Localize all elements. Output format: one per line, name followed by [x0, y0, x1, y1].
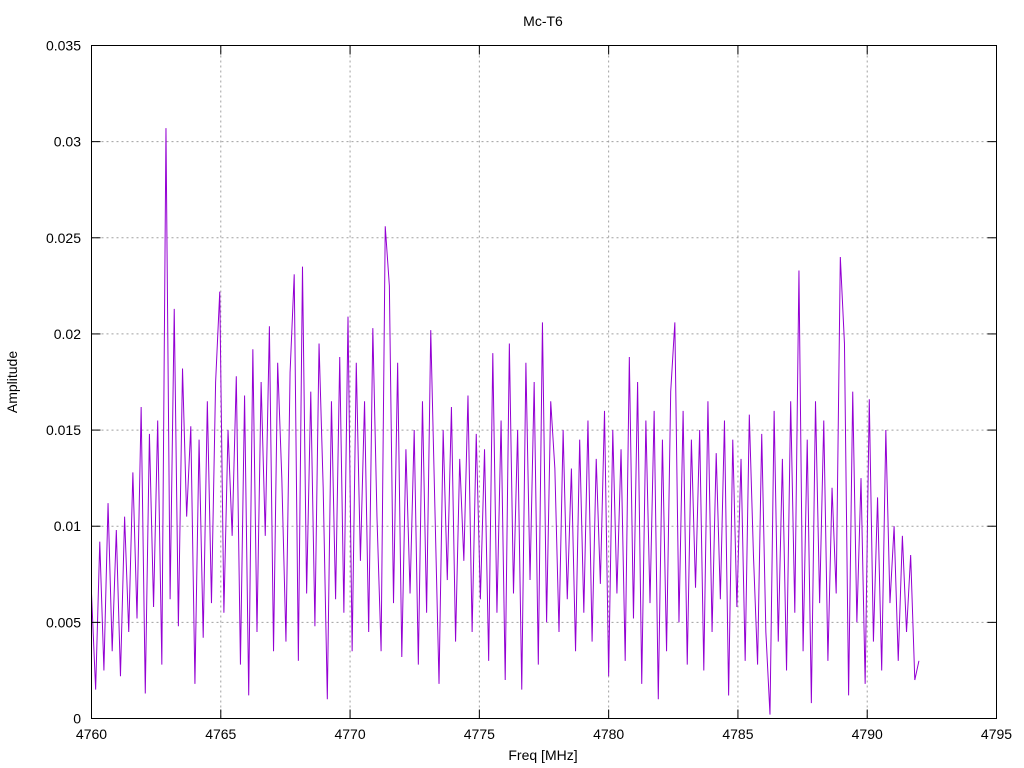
- y-axis-label: Amplitude: [4, 351, 20, 413]
- x-tick-label: 4785: [722, 726, 753, 742]
- y-tick-label: 0.015: [46, 422, 81, 438]
- y-tick-label: 0.005: [46, 614, 81, 630]
- y-tick-label: 0.035: [46, 38, 81, 54]
- y-tick-label: 0.01: [54, 518, 81, 534]
- x-tick-label: 4760: [76, 726, 107, 742]
- y-tick-label: 0: [73, 711, 81, 727]
- x-tick-label: 4770: [334, 726, 365, 742]
- x-tick-label: 4790: [852, 726, 883, 742]
- x-tick-label: 4780: [593, 726, 624, 742]
- x-tick-label: 4795: [981, 726, 1012, 742]
- y-tick-label: 0.025: [46, 230, 81, 246]
- y-tick-label: 0.02: [54, 326, 81, 342]
- x-tick-label: 4775: [464, 726, 495, 742]
- y-tick-label: 0.03: [54, 134, 81, 150]
- x-tick-label: 4765: [205, 726, 236, 742]
- plot-border: [91, 45, 997, 719]
- chart: 4760 4765 4770 4775 4780 4785 4790 4795 0 0.005 0.…: [4, 13, 1012, 763]
- x-axis-label: Freq [MHz]: [508, 747, 577, 763]
- chart-title: Mc-T6: [523, 13, 563, 29]
- series-line: [91, 128, 920, 715]
- grid: [91, 45, 997, 719]
- series-layer: [91, 128, 920, 715]
